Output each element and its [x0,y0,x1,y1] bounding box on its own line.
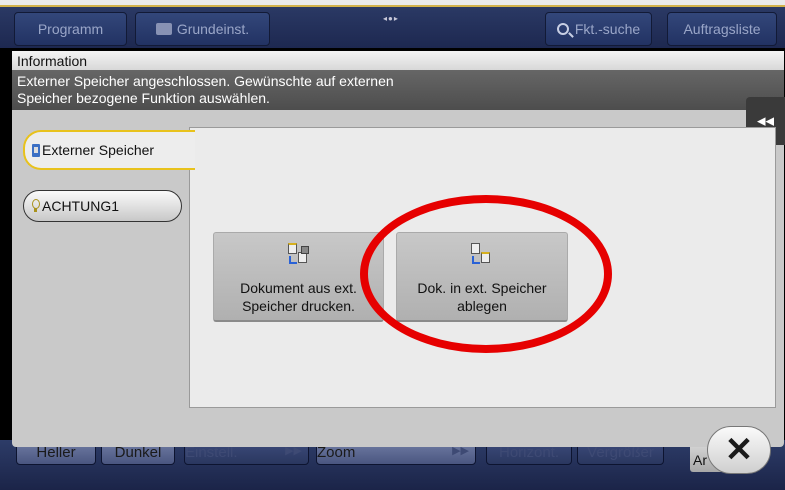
tab-achtung1[interactable]: ACHTUNG1 [23,190,182,222]
function-search-button[interactable]: Fkt.-suche [545,12,652,46]
tab-external-storage[interactable]: Externer Speicher [23,130,195,170]
print-from-storage-icon [284,243,314,273]
save-to-storage-icon [467,243,497,273]
save-to-storage-button[interactable]: Dok. in ext. Speicher ablegen [396,232,568,322]
drag-handle-icon[interactable]: ◂●▸ [383,14,399,23]
function-label-line2: Speicher drucken. [242,298,355,314]
function-label: Dok. in ext. Speicher ablegen [417,279,546,315]
function-search-label: Fkt.-suche [574,21,641,37]
basic-settings-button[interactable]: Grundeinst. [135,12,270,46]
program-label: Programm [37,21,104,37]
light-bulb-icon [31,199,40,213]
dialog-message: Externer Speicher angeschlossen. Gewünsc… [12,70,784,110]
function-label: Dokument aus ext. Speicher drucken. [240,279,357,315]
dialog-message-line1: Externer Speicher angeschlossen. Gewünsc… [17,73,394,89]
basic-settings-label: Grundeinst. [176,21,250,37]
print-from-storage-button[interactable]: Dokument aus ext. Speicher drucken. [213,232,384,322]
partial-bottom-label: Ar [693,452,707,468]
job-list-button[interactable]: Auftragsliste [667,12,777,46]
job-list-label: Auftragsliste [683,21,761,37]
function-label-line1: Dokument aus ext. [240,280,357,296]
tab-label: ACHTUNG1 [42,198,120,214]
settings-folder-icon [155,23,172,35]
tab-label: Externer Speicher [42,142,155,158]
search-icon [556,23,569,35]
program-button[interactable]: Programm [14,12,127,46]
function-label-line1: Dok. in ext. Speicher [417,280,547,296]
top-accent-line [0,5,785,7]
dialog-message-line2: Speicher bezogene Funktion auswählen. [17,90,270,106]
function-label-line2: ablegen [457,298,507,314]
close-button[interactable]: ✕ [707,426,771,474]
close-icon: ✕ [724,431,754,469]
usb-stick-icon [32,143,40,157]
dialog-title: Information [12,51,784,70]
